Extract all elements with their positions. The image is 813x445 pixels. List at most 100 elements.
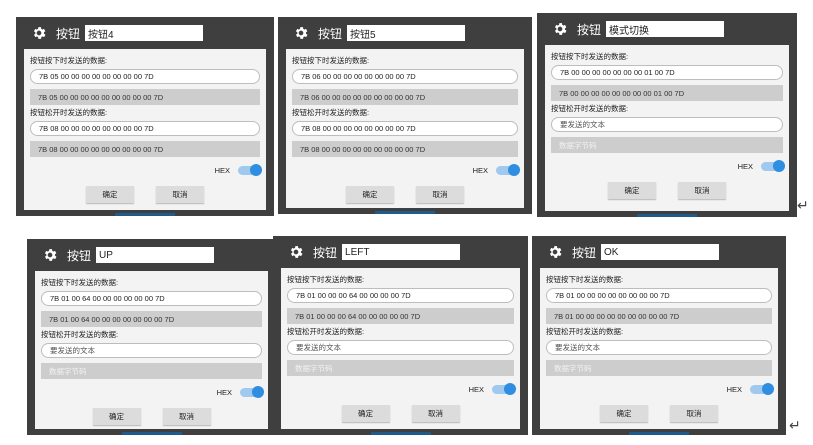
press-data-preview: 7B 05 00 00 00 00 00 00 00 00 00 7D xyxy=(30,89,260,105)
hex-toggle[interactable] xyxy=(750,382,774,395)
bottom-indicator xyxy=(375,211,435,214)
bottom-indicator xyxy=(370,432,431,435)
release-data-label: 按钮松开时发送的数据: xyxy=(292,108,370,117)
release-data-label: 按钮松开时发送的数据: xyxy=(30,108,108,117)
hex-label: HEX xyxy=(737,161,753,171)
hex-row: HEX xyxy=(292,163,520,177)
button-config-dialog: 按钮 按钮4 按钮按下时发送的数据: 7B 05 00 00 00 00 00 … xyxy=(16,17,274,216)
press-data-preview: 7B 01 00 00 00 64 00 00 00 00 00 7D xyxy=(287,308,514,324)
button-name-input[interactable]: UP xyxy=(96,247,215,263)
toggle-knob xyxy=(250,163,262,176)
press-data-label: 按钮按下时发送的数据: xyxy=(41,278,119,287)
dialog-body: 按钮按下时发送的数据: 7B 05 00 00 00 00 00 00 00 0… xyxy=(24,49,266,210)
hex-toggle[interactable] xyxy=(240,385,264,398)
hex-row: HEX xyxy=(551,159,785,173)
hex-row: HEX xyxy=(41,385,264,399)
button-name-input[interactable]: 按钮4 xyxy=(85,25,204,41)
gear-icon xyxy=(290,246,303,258)
cancel-button[interactable]: 取消 xyxy=(670,405,718,422)
dialog-body: 按钮按下时发送的数据: 7B 06 00 00 00 00 00 00 00 0… xyxy=(286,49,524,208)
dialog-body: 按钮按下时发送的数据: 7B 01 00 00 00 00 00 00 00 0… xyxy=(540,268,778,429)
dialog-body: 按钮按下时发送的数据: 7B 01 00 64 00 00 00 00 00 0… xyxy=(35,271,268,429)
press-data-label: 按钮按下时发送的数据: xyxy=(292,56,370,65)
gear-icon xyxy=(554,23,567,35)
gear-icon xyxy=(295,27,308,39)
hex-label: HEX xyxy=(214,165,230,175)
hex-row: HEX xyxy=(287,382,516,396)
confirm-button[interactable]: 确定 xyxy=(608,182,656,199)
release-data-label: 按钮松开时发送的数据: xyxy=(41,330,119,339)
button-name-input[interactable]: OK xyxy=(601,244,720,260)
button-config-dialog: 按钮 LEFT 按钮按下时发送的数据: 7B 01 00 00 00 64 00… xyxy=(273,236,528,435)
release-data-label: 按钮松开时发送的数据: xyxy=(546,327,624,336)
bottom-indicator xyxy=(629,432,689,435)
cancel-button[interactable]: 取消 xyxy=(162,408,211,425)
release-data-input[interactable]: 7B 08 00 00 00 00 00 00 00 00 7D xyxy=(292,121,518,136)
cancel-button[interactable]: 取消 xyxy=(678,182,726,199)
title-label: 按钮 xyxy=(577,22,602,37)
title-label: 按钮 xyxy=(572,245,597,260)
release-data-preview: 数据字节码 xyxy=(287,360,514,376)
release-data-input[interactable]: 要发送的文本 xyxy=(546,340,772,355)
hex-label: HEX xyxy=(468,384,484,394)
press-data-preview: 7B 01 00 00 00 00 00 00 00 00 00 7D xyxy=(546,308,772,324)
dialog-header: 按钮 OK xyxy=(532,236,786,268)
bottom-indicator xyxy=(637,214,697,217)
release-data-preview: 数据字节码 xyxy=(546,360,772,376)
dialog-header: 按钮 按钮4 xyxy=(16,17,274,49)
toggle-knob xyxy=(773,159,785,172)
button-row: 确定 取消 xyxy=(41,408,262,425)
hex-label: HEX xyxy=(472,165,488,175)
dialog-body: 按钮按下时发送的数据: 7B 00 00 00 00 00 00 00 01 0… xyxy=(545,45,789,211)
hex-label: HEX xyxy=(216,387,232,397)
release-data-input[interactable]: 要发送的文本 xyxy=(41,343,262,358)
release-data-input[interactable]: 要发送的文本 xyxy=(551,117,783,132)
button-config-dialog: 按钮 模式切换 按钮按下时发送的数据: 7B 00 00 00 00 00 00… xyxy=(537,13,797,217)
confirm-button[interactable]: 确定 xyxy=(86,186,134,203)
confirm-button[interactable]: 确定 xyxy=(346,186,394,203)
button-row: 确定 取消 xyxy=(551,182,783,199)
bottom-indicator xyxy=(121,432,182,435)
hex-toggle[interactable] xyxy=(496,163,520,176)
press-data-input[interactable]: 7B 00 00 00 00 00 00 00 01 00 7D xyxy=(551,65,783,80)
button-row: 确定 取消 xyxy=(287,405,514,422)
bottom-indicator xyxy=(115,213,175,216)
release-data-preview: 7B 08 00 00 00 00 00 00 00 00 00 7D xyxy=(292,141,518,157)
press-data-input[interactable]: 7B 01 00 64 00 00 00 00 00 00 7D xyxy=(41,291,262,306)
release-data-preview: 7B 08 00 00 00 00 00 00 00 00 00 7D xyxy=(30,141,260,157)
title-label: 按钮 xyxy=(56,26,81,41)
release-data-preview: 数据字节码 xyxy=(41,363,262,379)
press-data-label: 按钮按下时发送的数据: xyxy=(287,275,365,284)
press-data-label: 按钮按下时发送的数据: xyxy=(551,52,629,61)
toggle-knob xyxy=(504,382,516,395)
press-data-preview: 7B 06 00 00 00 00 00 00 00 00 00 7D xyxy=(292,89,518,105)
dialog-header: 按钮 LEFT xyxy=(273,236,528,268)
dialog-header: 按钮 模式切换 xyxy=(537,13,797,45)
press-data-preview: 7B 01 00 64 00 00 00 00 00 00 00 7D xyxy=(41,311,262,327)
button-name-input[interactable]: 模式切换 xyxy=(606,21,725,37)
release-data-input[interactable]: 要发送的文本 xyxy=(287,340,514,355)
press-data-input[interactable]: 7B 01 00 00 00 64 00 00 00 00 7D xyxy=(287,288,514,303)
return-icon: ↵ xyxy=(789,418,801,434)
press-data-input[interactable]: 7B 05 00 00 00 00 00 00 00 00 7D xyxy=(30,69,260,84)
title-label: 按钮 xyxy=(313,245,338,260)
release-data-input[interactable]: 7B 08 00 00 00 00 00 00 00 00 7D xyxy=(30,121,260,136)
hex-toggle[interactable] xyxy=(238,163,262,176)
button-config-dialog: 按钮 OK 按钮按下时发送的数据: 7B 01 00 00 00 00 00 0… xyxy=(532,236,786,435)
button-name-input[interactable]: 按钮5 xyxy=(347,25,466,41)
button-row: 确定 取消 xyxy=(292,186,518,203)
confirm-button[interactable]: 确定 xyxy=(92,408,141,425)
cancel-button[interactable]: 取消 xyxy=(416,186,464,203)
gear-icon xyxy=(549,246,562,258)
press-data-label: 按钮按下时发送的数据: xyxy=(546,275,624,284)
confirm-button[interactable]: 确定 xyxy=(600,405,648,422)
press-data-input[interactable]: 7B 01 00 00 00 00 00 00 00 00 7D xyxy=(546,288,772,303)
confirm-button[interactable]: 确定 xyxy=(341,405,390,422)
cancel-button[interactable]: 取消 xyxy=(156,186,204,203)
press-data-input[interactable]: 7B 06 00 00 00 00 00 00 00 00 7D xyxy=(292,69,518,84)
hex-label: HEX xyxy=(726,384,742,394)
cancel-button[interactable]: 取消 xyxy=(411,405,460,422)
hex-toggle[interactable] xyxy=(492,382,516,395)
hex-toggle[interactable] xyxy=(761,159,785,172)
button-name-input[interactable]: LEFT xyxy=(342,244,461,260)
